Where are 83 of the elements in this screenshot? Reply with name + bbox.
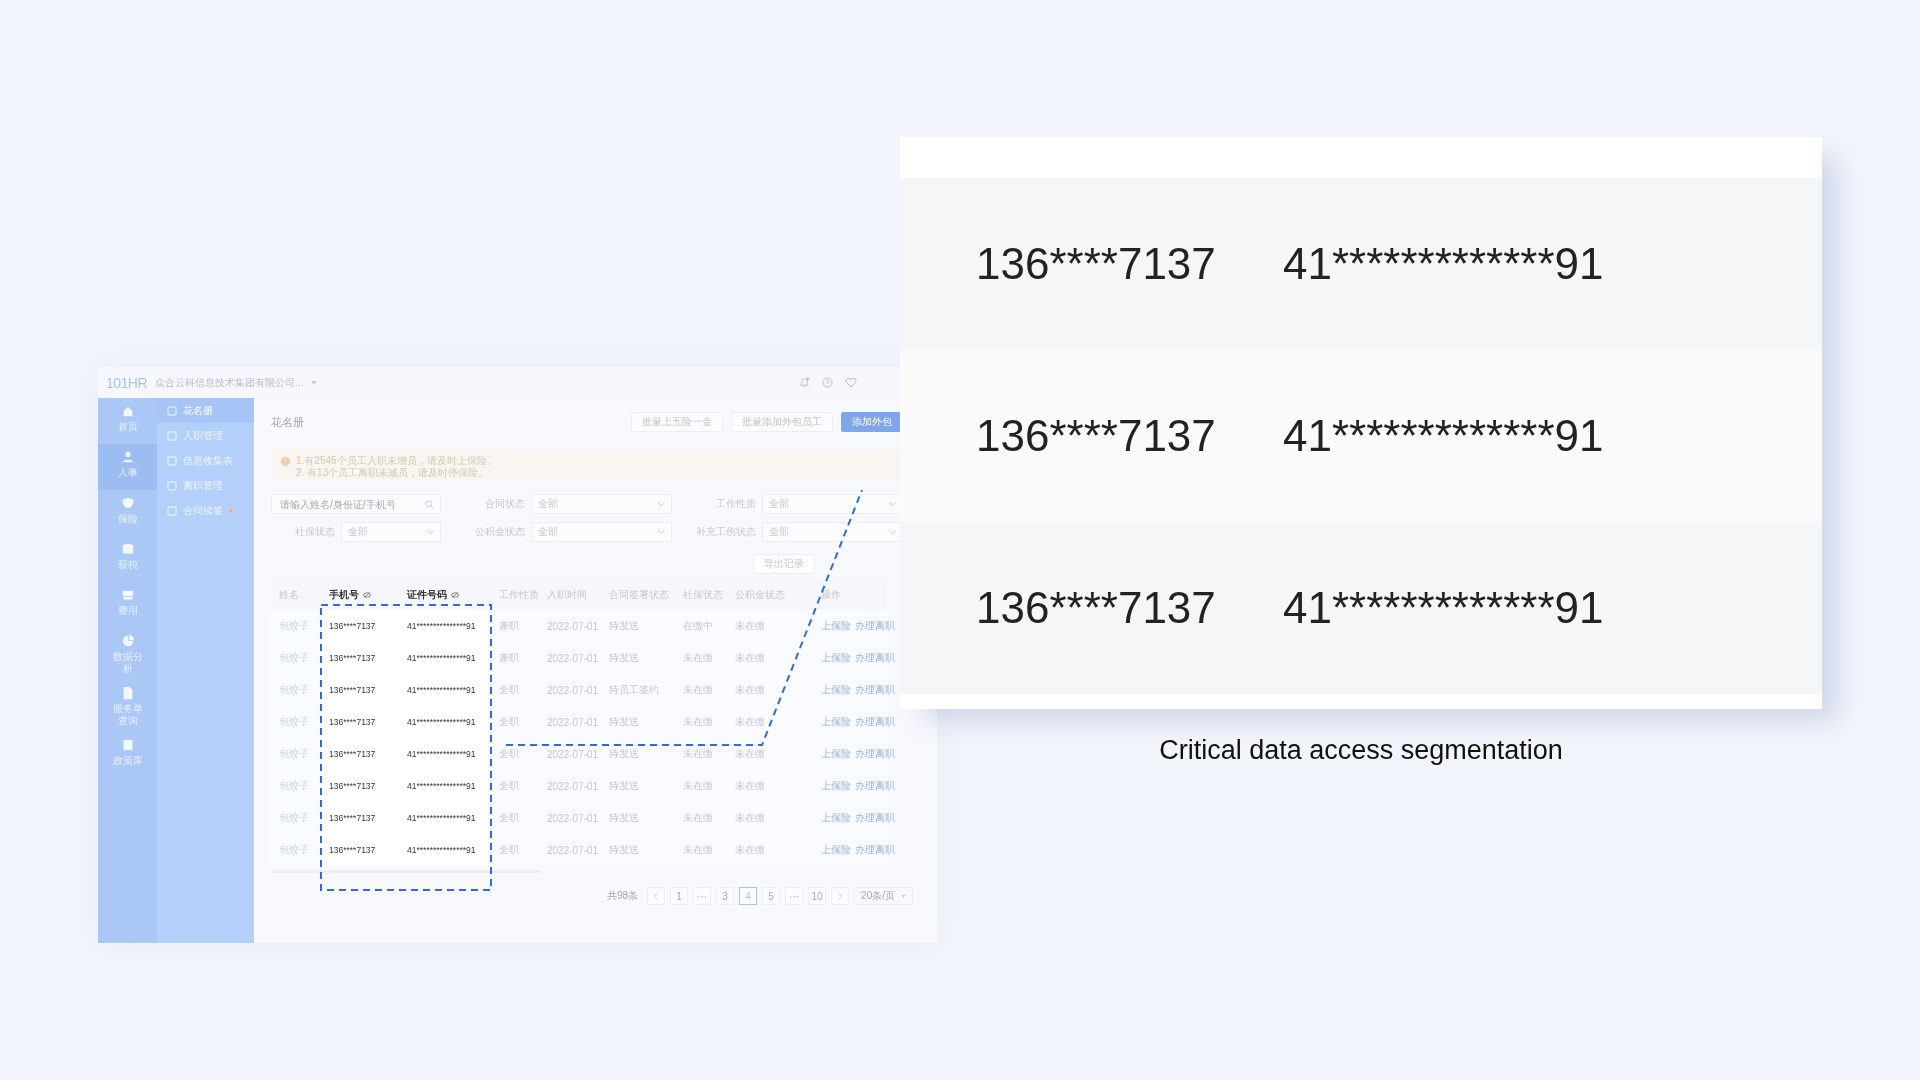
- row-action-link[interactable]: 上保险: [821, 811, 851, 825]
- phone-number: 136****7137: [976, 411, 1217, 461]
- bell-icon[interactable]: [799, 377, 810, 388]
- table-cell: 41***************91: [399, 642, 491, 674]
- table-cell: 136****7137: [321, 610, 399, 642]
- row-action-link[interactable]: 办理离职: [855, 843, 895, 857]
- table-cell: 41***************91: [399, 738, 491, 770]
- nav-icon: [120, 496, 135, 510]
- page-button[interactable]: 4: [739, 887, 758, 905]
- page-button[interactable]: 5: [762, 887, 781, 905]
- table-cell: 136****7137: [321, 706, 399, 738]
- page-button[interactable]: 10: [808, 887, 827, 905]
- id-number: 41*************91: [1283, 239, 1604, 289]
- row-action-link[interactable]: 上保险: [821, 651, 851, 665]
- menu-item-icon: [167, 480, 177, 491]
- table-cell: 136****7137: [321, 802, 399, 834]
- eye-off-icon[interactable]: [451, 592, 459, 598]
- chevron-down-icon: [658, 502, 665, 506]
- menu-item-icon: [167, 430, 177, 441]
- prev-page-button[interactable]: [647, 887, 666, 905]
- table-cell: 136****7137: [321, 834, 399, 866]
- chevron-down-icon: [889, 502, 896, 506]
- search-icon: [425, 499, 434, 509]
- total-count: 共98条: [606, 889, 639, 903]
- row-action-link[interactable]: 办理离职: [855, 747, 895, 761]
- warning-icon: [281, 457, 290, 466]
- nav-icon: [120, 634, 135, 648]
- row-action-link[interactable]: 办理离职: [855, 715, 895, 729]
- search-field[interactable]: 请输入姓名/身份证/手机号: [271, 494, 441, 514]
- submenu-item[interactable]: 花名册: [157, 398, 254, 423]
- page-button[interactable]: ···: [693, 887, 712, 905]
- row-action-link[interactable]: 办理离职: [855, 779, 895, 793]
- nav-icon: [120, 542, 135, 556]
- chevron-down-icon: [658, 530, 665, 534]
- logo: 101HR: [106, 374, 148, 391]
- menu-item-icon: [167, 405, 177, 416]
- heart-icon[interactable]: [845, 377, 857, 388]
- page-button[interactable]: 1: [670, 887, 689, 905]
- row-action-link[interactable]: 上保险: [821, 843, 851, 857]
- row-action-link[interactable]: 上保险: [821, 715, 851, 729]
- page-size-select[interactable]: 20条/页: [854, 887, 913, 905]
- caret-icon[interactable]: [311, 380, 318, 385]
- chevron-left-icon: [654, 892, 659, 900]
- table-cell: 41***************91: [399, 802, 491, 834]
- row-action-link[interactable]: 办理离职: [855, 811, 895, 825]
- table-cell: 41***************91: [399, 770, 491, 802]
- row-action-link[interactable]: 办理离职: [855, 683, 895, 697]
- nav-rail-item[interactable]: 首页: [98, 398, 157, 444]
- row-action-link[interactable]: 上保险: [821, 619, 851, 633]
- chevron-down-icon: [889, 530, 896, 534]
- table-cell: 41***************91: [399, 674, 491, 706]
- row-action-link[interactable]: 办理离职: [855, 651, 895, 665]
- phone-number: 136****7137: [976, 583, 1217, 633]
- id-number: 41*************91: [1283, 411, 1604, 461]
- eye-off-icon[interactable]: [363, 592, 371, 598]
- caret-icon: [901, 894, 906, 898]
- next-page-button[interactable]: [831, 887, 850, 905]
- table-cell: 136****7137: [321, 642, 399, 674]
- help-icon[interactable]: [822, 377, 833, 388]
- row-action-link[interactable]: 上保险: [821, 683, 851, 697]
- table-cell: 136****7137: [321, 738, 399, 770]
- chevron-down-icon: [427, 530, 434, 534]
- menu-item-icon: [167, 455, 177, 466]
- chevron-right-icon: [838, 892, 843, 900]
- page-title: 花名册: [271, 414, 304, 430]
- phone-number: 136****7137: [976, 239, 1217, 289]
- table-cell: 41***************91: [399, 834, 491, 866]
- table-cell: 136****7137: [321, 674, 399, 706]
- page-button[interactable]: ···: [785, 887, 804, 905]
- action-button[interactable]: 添加外包: [841, 412, 903, 432]
- row-action-link[interactable]: 上保险: [821, 779, 851, 793]
- table-cell: 41***************91: [399, 610, 491, 642]
- menu-item-icon: [167, 505, 177, 516]
- page-button[interactable]: 3: [716, 887, 735, 905]
- nav-rail-item[interactable]: 人事: [98, 444, 157, 490]
- id-number: 41*************91: [1283, 583, 1604, 633]
- nav-icon: [120, 450, 135, 464]
- table-cell: 136****7137: [321, 770, 399, 802]
- caption: Critical data access segmentation: [1159, 735, 1563, 766]
- row-action-link[interactable]: 上保险: [821, 747, 851, 761]
- row-action-link[interactable]: 办理离职: [855, 619, 895, 633]
- table-cell: 41***************91: [399, 706, 491, 738]
- nav-icon: [120, 588, 135, 602]
